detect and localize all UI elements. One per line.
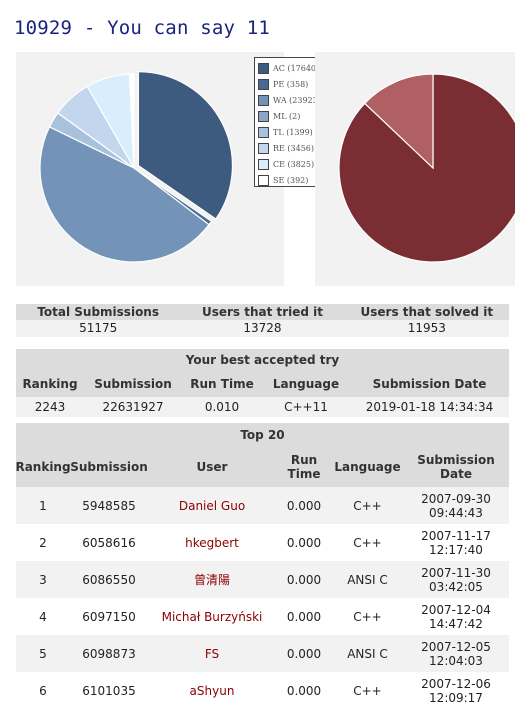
legend-label: AC (17640) — [273, 63, 320, 73]
best-submission: 22631927 — [102, 400, 164, 414]
legend-label: TL (1399) — [273, 127, 313, 137]
row-ranking: 5 — [39, 646, 47, 661]
top20-header-ranking: Ranking — [15, 460, 71, 474]
row-language: C++ — [353, 683, 382, 698]
best-header-date: Submission Date — [372, 377, 487, 391]
top20-rows: 1 5948585 Daniel Guo 0.000 C++ 2007-09-3… — [16, 487, 509, 709]
row-date: 2007-12-05 12:04:03 — [421, 639, 491, 668]
row-language: C++ — [353, 535, 382, 550]
verdict-pie-chart — [39, 71, 234, 263]
row-date: 2007-12-06 12:09:17 — [421, 676, 491, 705]
user-link[interactable]: hkegbert — [148, 524, 276, 561]
row-ranking: 4 — [39, 609, 47, 624]
top20-header-submission: Submission — [70, 460, 148, 474]
user-pie-chart-panel — [315, 52, 515, 286]
best-header-runtime: Run Time — [190, 377, 254, 391]
row-runtime: 0.000 — [286, 609, 322, 624]
legend-swatch — [258, 62, 269, 74]
stats-header-row: Total Submissions Users that tried it Us… — [16, 304, 509, 320]
top20-table: Top 20 Ranking Submission User Run Time … — [15, 423, 509, 709]
row-language: ANSI C — [347, 646, 388, 661]
legend-label: WA (23923) — [273, 95, 321, 105]
stats-tried-value: 13728 — [243, 321, 282, 335]
table-row: 2 6058616 hkegbert 0.000 C++ 2007-11-17 … — [16, 524, 509, 561]
table-row: 6 6101035 aShyun 0.000 C++ 2007-12-06 12… — [16, 672, 509, 709]
user-link[interactable]: aShyun — [148, 672, 276, 709]
row-submission: 5948585 — [82, 498, 136, 513]
top20-caption: Top 20 — [16, 423, 509, 447]
stats-value-row: 51175 13728 11953 — [16, 320, 509, 337]
user-link[interactable]: 曾清陽 — [148, 561, 276, 598]
page-title: 10929 - You can say 11 — [14, 17, 271, 39]
legend-label: PE (358) — [273, 79, 309, 89]
row-date: 2007-09-30 09:44:43 — [421, 491, 491, 520]
row-submission: 6097150 — [82, 609, 136, 624]
stats-total-value: 51175 — [79, 321, 118, 335]
legend-swatch — [258, 78, 269, 90]
row-runtime: 0.000 — [286, 498, 322, 513]
table-row: 1 5948585 Daniel Guo 0.000 C++ 2007-09-3… — [16, 487, 509, 524]
best-date: 2019-01-18 14:34:34 — [365, 400, 494, 414]
row-submission: 6058616 — [82, 535, 136, 550]
best-header-submission: Submission — [94, 377, 172, 391]
top20-header-runtime: Run Time — [287, 453, 321, 481]
legend-swatch — [258, 174, 269, 186]
row-ranking: 1 — [39, 498, 47, 513]
legend-swatch — [258, 110, 269, 122]
stats-header-tried: Users that tried it — [201, 305, 324, 319]
stats-solved-value: 11953 — [407, 321, 446, 335]
legend-label: CE (3825) — [273, 159, 315, 169]
user-link[interactable]: FS — [148, 635, 276, 672]
user-pie-chart — [338, 73, 515, 263]
row-language: ANSI C — [347, 572, 388, 587]
best-runtime: 0.010 — [204, 400, 240, 414]
legend-swatch — [258, 158, 269, 170]
legend-swatch — [258, 142, 269, 154]
row-submission: 6086550 — [82, 572, 136, 587]
row-runtime: 0.000 — [286, 572, 322, 587]
table-row: 4 6097150 Michał Burzyński 0.000 C++ 200… — [16, 598, 509, 635]
top20-header-date: Submission Date — [417, 453, 495, 481]
row-ranking: 3 — [39, 572, 47, 587]
verdict-pie-chart-panel — [16, 52, 284, 286]
table-row: 5 6098873 FS 0.000 ANSI C 2007-12-05 12:… — [16, 635, 509, 672]
row-submission: 6101035 — [82, 683, 136, 698]
legend-label: ML (2) — [273, 111, 301, 121]
row-runtime: 0.000 — [286, 646, 322, 661]
best-value-row: 2243 22631927 0.010 C++11 2019-01-18 14:… — [16, 397, 509, 417]
legend-swatch — [258, 94, 269, 106]
user-link[interactable]: Michał Burzyński — [148, 598, 276, 635]
legend-swatch — [258, 126, 269, 138]
row-date: 2007-11-30 03:42:05 — [421, 565, 491, 594]
best-header-row: Ranking Submission Run Time Language Sub… — [16, 371, 509, 397]
best-header-language: Language — [272, 377, 340, 391]
row-ranking: 6 — [39, 683, 47, 698]
best-header-ranking: Ranking — [22, 377, 78, 391]
stats-header-solved: Users that solved it — [360, 305, 494, 319]
top20-header-user: User — [196, 460, 228, 474]
top20-header-row: Ranking Submission User Run Time Languag… — [15, 447, 509, 487]
row-date: 2007-12-04 14:47:42 — [421, 602, 491, 631]
legend-label: RE (3456) — [273, 143, 315, 153]
best-language: C++11 — [284, 400, 328, 414]
row-date: 2007-11-17 12:17:40 — [421, 528, 491, 557]
row-runtime: 0.000 — [286, 535, 322, 550]
best-ranking: 2243 — [34, 400, 66, 414]
user-link[interactable]: Daniel Guo — [148, 487, 276, 524]
row-language: C++ — [353, 498, 382, 513]
row-runtime: 0.000 — [286, 683, 322, 698]
best-accepted-table: Your best accepted try Ranking Submissio… — [16, 349, 509, 417]
submission-stats-table: Total Submissions Users that tried it Us… — [16, 304, 509, 337]
table-row: 3 6086550 曾清陽 0.000 ANSI C 2007-11-30 03… — [16, 561, 509, 598]
legend-label: SE (392) — [273, 175, 309, 185]
top20-header-language: Language — [334, 460, 401, 474]
row-submission: 6098873 — [82, 646, 136, 661]
row-language: C++ — [353, 609, 382, 624]
row-ranking: 2 — [39, 535, 47, 550]
best-caption: Your best accepted try — [16, 349, 509, 371]
stats-header-total: Total Submissions — [37, 305, 159, 319]
